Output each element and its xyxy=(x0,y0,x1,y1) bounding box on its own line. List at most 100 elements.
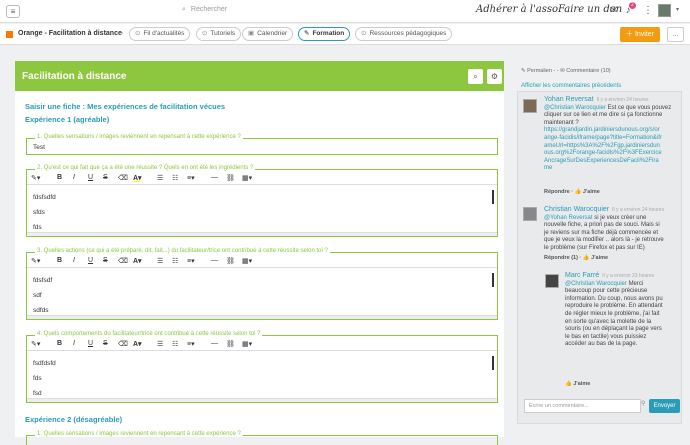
link-icon[interactable]: ⛓ xyxy=(226,257,235,265)
chevron-right-icon: › xyxy=(121,30,124,37)
question-1-field[interactable]: 1. Quelles sensations / images reviennen… xyxy=(26,134,498,155)
card-header: Facilitation à distance ⌕ ⚙ xyxy=(15,61,504,91)
comment-link[interactable]: https://grandjardin.jardiniersdunous.org… xyxy=(544,127,662,173)
link-icon[interactable]: ⛓ xyxy=(226,174,235,182)
group-title[interactable]: Orange - Facilitation à distance xyxy=(18,30,122,37)
tab-fil-actualites[interactable]: ⊙ Fil d'actualités xyxy=(129,27,191,41)
underline-button[interactable]: U xyxy=(88,174,93,181)
comment-actions[interactable]: Répondre · 👍 J'aime xyxy=(544,189,600,195)
strike-button[interactable]: S xyxy=(103,257,108,264)
send-button[interactable]: Envoyer xyxy=(649,399,680,413)
eraser-icon[interactable]: ⌫ xyxy=(118,340,128,348)
comment-time: Il y a environ 23 heures xyxy=(602,273,655,279)
comment-author[interactable]: Marc Farré xyxy=(565,272,599,279)
eraser-icon[interactable]: ⌫ xyxy=(118,257,128,265)
eraser-icon[interactable]: ⌫ xyxy=(118,174,128,182)
question-3-editor[interactable]: fdsfsdf sdf sdfds xyxy=(33,273,52,318)
gear-icon[interactable]: ⚙ xyxy=(487,69,502,84)
mention[interactable]: @Christian Warocquier xyxy=(544,105,606,111)
avatar xyxy=(523,99,537,113)
list-ul-icon[interactable]: ☰ xyxy=(157,174,163,182)
editor-resizer[interactable] xyxy=(27,232,497,236)
comment-input[interactable]: Écrire un commentaire... xyxy=(524,399,641,413)
table-icon[interactable]: ▦▾ xyxy=(242,257,252,265)
permalink-comments-count[interactable]: ✎ Permalien - - ✉ Commentaire (10) xyxy=(521,68,611,74)
strike-button[interactable]: S xyxy=(103,340,108,347)
comment-actions[interactable]: 👍 J'aime xyxy=(565,381,590,387)
bold-button[interactable]: B xyxy=(57,340,62,347)
main-card: Facilitation à distance ⌕ ⚙ Saisir une f… xyxy=(15,61,504,445)
experience-1-heading: Expérience 1 (agréable) xyxy=(25,115,110,124)
hr-icon[interactable]: — xyxy=(211,174,218,181)
show-previous-comments-link[interactable]: Afficher les commentaires précédents xyxy=(521,83,621,89)
tab-calendrier[interactable]: ▣ Calendrier xyxy=(242,27,294,41)
more-button[interactable]: ... xyxy=(667,27,684,42)
color-button[interactable]: A▾ xyxy=(133,257,142,265)
question-4-field: 4. Quels comportements du facilitateur/t… xyxy=(26,331,498,403)
comment-1: Yohan Reversat Il y a environ 24 heures @… xyxy=(544,96,678,173)
italic-button[interactable]: I xyxy=(73,257,75,264)
editor-toolbar: ✎▾ B I U S ⌫ A▾ ☰ ☷ ≡▾ — ⛓ ▦▾ xyxy=(27,173,497,185)
table-icon[interactable]: ▦▾ xyxy=(242,174,252,182)
tab-formation[interactable]: ✎ Formation xyxy=(298,27,351,41)
attach-icon[interactable]: ⚲ xyxy=(641,400,645,407)
comment-3: Marc Farré Il y a environ 23 heures @Chri… xyxy=(565,272,679,349)
mention[interactable]: @Yohan Reversat xyxy=(544,215,593,221)
editor-scrollbar[interactable] xyxy=(492,356,494,370)
chevron-down-icon[interactable]: ▾ xyxy=(676,6,679,13)
paragraph-icon[interactable]: ≡▾ xyxy=(187,174,195,182)
italic-button[interactable]: I xyxy=(73,340,75,347)
comment-author[interactable]: Yohan Reversat xyxy=(544,96,594,103)
bold-button[interactable]: B xyxy=(57,257,62,264)
adherer-link[interactable]: Adhérer à l'asso xyxy=(476,4,558,15)
table-icon[interactable]: ▦▾ xyxy=(242,340,252,348)
orange-logo xyxy=(6,31,13,38)
italic-button[interactable]: I xyxy=(73,174,75,181)
experience-2-heading: Expérience 2 (désagréable) xyxy=(25,415,123,424)
link-icon[interactable]: ⛓ xyxy=(226,340,235,348)
chat-icon[interactable]: ✉ xyxy=(608,5,620,17)
top-bar: ≡ ⌕ Rechercher Adhérer à l'asso Faire un … xyxy=(0,0,690,23)
underline-button[interactable]: U xyxy=(88,257,93,264)
question-4-editor[interactable]: fsdfdsfd fds fsd xyxy=(33,356,56,401)
strike-button[interactable]: S xyxy=(103,174,108,181)
editor-scrollbar[interactable] xyxy=(492,190,494,204)
invite-button[interactable]: ＋ Inviter xyxy=(620,27,660,42)
bold-button[interactable]: B xyxy=(57,174,62,181)
menu-icon[interactable]: ≡ xyxy=(6,5,20,18)
paragraph-icon[interactable]: ≡▾ xyxy=(187,257,195,265)
comment-author[interactable]: Christian Warocquier xyxy=(544,206,609,213)
magic-icon[interactable]: ✎▾ xyxy=(31,340,40,348)
apps-icon[interactable]: ⋮ xyxy=(642,5,654,17)
color-button[interactable]: A▾ xyxy=(133,174,142,182)
underline-button[interactable]: U xyxy=(88,340,93,347)
magic-icon[interactable]: ✎▾ xyxy=(31,174,40,182)
hr-icon[interactable]: — xyxy=(211,340,218,347)
question-2-editor[interactable]: fdsfsdfd sfds fds xyxy=(33,190,56,235)
tab-tutoriels[interactable]: ⊙ Tutoriels xyxy=(196,27,242,41)
comment-2: Christian Warocquier Il y a environ 24 he… xyxy=(544,206,678,253)
user-avatar[interactable] xyxy=(658,4,671,17)
question-1-label: 1. Quelles sensations / images reviennen… xyxy=(35,134,243,140)
hr-icon[interactable]: — xyxy=(211,257,218,264)
magic-icon[interactable]: ✎▾ xyxy=(31,257,40,265)
editor-resizer[interactable] xyxy=(27,315,497,319)
search-icon[interactable]: ⌕ xyxy=(468,69,483,84)
search-input[interactable]: ⌕ Rechercher xyxy=(182,6,272,18)
color-button[interactable]: A▾ xyxy=(133,340,142,348)
avatar xyxy=(523,207,537,221)
list-ul-icon[interactable]: ☰ xyxy=(157,257,163,265)
list-ol-icon[interactable]: ☷ xyxy=(172,174,178,182)
list-ol-icon[interactable]: ☷ xyxy=(172,257,178,265)
editor-scrollbar[interactable] xyxy=(492,273,494,287)
comment-actions[interactable]: Répondre (1) · 👍 J'aime xyxy=(544,255,608,261)
editor-resizer[interactable] xyxy=(27,398,497,402)
mention[interactable]: @Christian Warocquier xyxy=(565,281,627,287)
feed-icon: ⊙ xyxy=(135,30,141,37)
question-1-value[interactable]: Test xyxy=(33,144,45,151)
paragraph-icon[interactable]: ≡▾ xyxy=(187,340,195,348)
search-icon: ⌕ xyxy=(182,6,186,13)
tab-ressources[interactable]: ⊙ Ressources pédagogiques xyxy=(355,27,453,41)
list-ol-icon[interactable]: ☷ xyxy=(172,340,178,348)
list-ul-icon[interactable]: ☰ xyxy=(157,340,163,348)
